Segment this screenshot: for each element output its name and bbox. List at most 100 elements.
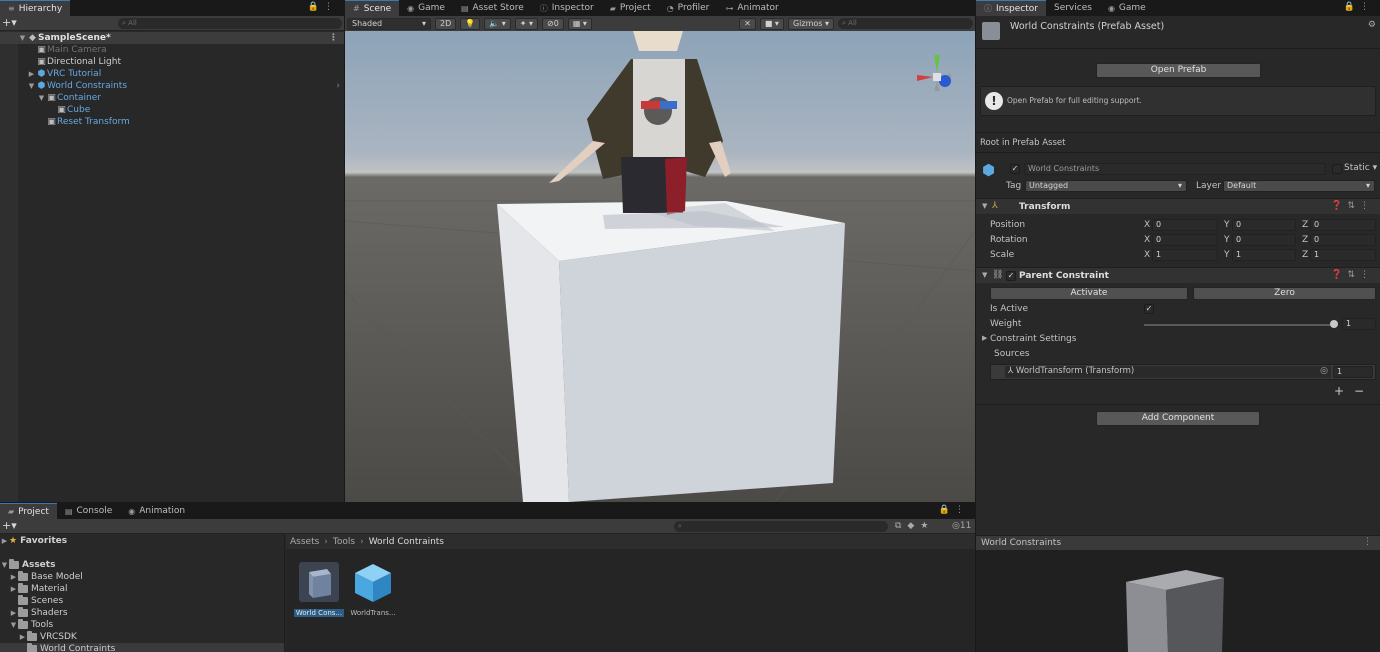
lighting-toggle[interactable]: 💡 <box>460 17 481 30</box>
favorites-item[interactable]: ▶ ★ Favorites <box>0 535 284 547</box>
audio-toggle[interactable]: 🔈 ▾ <box>484 17 511 30</box>
orientation-gizmo-icon[interactable] <box>917 55 951 91</box>
source-object-field[interactable]: ⅄ WorldTransform (Transform) ◎ <box>1005 366 1331 378</box>
breadcrumb-assets[interactable]: Assets <box>290 537 319 547</box>
create-asset-dropdown[interactable]: +▾ <box>2 519 17 533</box>
project-folder-shaders[interactable]: ▶ Shaders <box>0 607 284 619</box>
hierarchy-item-cube[interactable]: ▣ Cube <box>0 104 344 116</box>
hierarchy-search-input[interactable]: ⌕ All <box>118 18 342 29</box>
tab-animator[interactable]: ⊶ Animator <box>717 0 786 16</box>
weight-slider-track[interactable] <box>1144 324 1334 326</box>
object-active-checkbox[interactable]: ✓ <box>1010 164 1020 174</box>
object-name-field[interactable]: World Constraints <box>1024 163 1326 175</box>
tab-scene[interactable]: # Scene <box>345 0 400 16</box>
rotation-y-field[interactable]: 0 <box>1232 234 1296 246</box>
scene-row[interactable]: ▼ ◆ SampleScene* ⋮ <box>0 32 344 44</box>
filter-icons[interactable]: ⧉◆★ <box>895 521 934 531</box>
collapse-arrow-icon[interactable]: ▼ <box>982 271 987 279</box>
shading-mode-dropdown[interactable]: Shaded ▾ <box>347 17 431 30</box>
scene-menu-icon[interactable]: ⋮ <box>329 33 338 43</box>
tab-animation[interactable]: ◉ Animation <box>120 503 193 519</box>
tab-project[interactable]: ▰ Project <box>602 0 659 16</box>
weight-slider-handle[interactable] <box>1330 320 1338 328</box>
expand-arrow-icon[interactable]: ▼ <box>37 94 46 102</box>
weight-value-field[interactable]: 1 <box>1342 318 1376 330</box>
expand-arrow-icon[interactable]: ▶ <box>9 585 18 593</box>
asset-world-constraints-prefab[interactable]: World Cons... <box>294 560 344 617</box>
tab-inspector-main[interactable]: ⓘ Inspector <box>976 0 1046 16</box>
hierarchy-item-main-camera[interactable]: ▣ Main Camera <box>0 44 344 56</box>
avatar-model[interactable] <box>549 31 731 215</box>
tab-game-2[interactable]: ◉ Game <box>1100 0 1154 16</box>
panel-menu-icon[interactable]: 🔒⋮ <box>308 2 338 12</box>
grid-dropdown[interactable]: ▦ ▾ <box>567 17 592 30</box>
hierarchy-item-reset-transform[interactable]: ▣ Reset Transform <box>0 116 344 128</box>
project-folder-material[interactable]: ▶ Material <box>0 583 284 595</box>
breadcrumb-world-contraints[interactable]: World Contraints <box>369 537 444 547</box>
tab-project-main[interactable]: ▰ Project <box>0 503 57 519</box>
hidden-packages-count[interactable]: ◎11 <box>952 521 971 531</box>
settings-gear-icon[interactable]: ⚙ <box>1368 20 1376 30</box>
scene-search-input[interactable]: ⌕ All <box>838 18 973 29</box>
tab-profiler[interactable]: ◔ Profiler <box>659 0 718 16</box>
parent-constraint-enabled-checkbox[interactable]: ✓ <box>1006 271 1016 281</box>
position-y-field[interactable]: 0 <box>1232 219 1296 231</box>
expand-arrow-icon[interactable]: ▶ <box>27 70 36 78</box>
project-search-input[interactable]: ⌕ <box>674 521 888 532</box>
tab-console[interactable]: ▤ Console <box>57 503 120 519</box>
breadcrumb-tools[interactable]: Tools <box>333 537 355 547</box>
transform-header[interactable]: ▼ ⅄ Transform ❓⇅⋮ <box>976 198 1380 214</box>
component-menu-icons[interactable]: ❓⇅⋮ <box>1331 201 1374 211</box>
parent-constraint-header[interactable]: ▼ ⛓ ✓ Parent Constraint ❓⇅⋮ <box>976 267 1380 283</box>
source-weight-field[interactable]: 1 <box>1333 366 1373 378</box>
expand-arrow-icon[interactable]: ▼ <box>18 34 27 42</box>
scene-viewport[interactable] <box>345 31 975 502</box>
position-z-field[interactable]: 0 <box>1310 219 1376 231</box>
expand-arrow-icon[interactable]: ▶ <box>9 573 18 581</box>
hierarchy-item-container[interactable]: ▼ ▣ Container <box>0 92 344 104</box>
collapse-arrow-icon[interactable]: ▼ <box>982 202 987 210</box>
add-source-button[interactable]: + <box>1334 384 1344 398</box>
static-checkbox[interactable] <box>1332 164 1342 174</box>
expand-arrow-icon[interactable]: ▶ <box>18 633 27 641</box>
remove-source-button[interactable]: − <box>1354 384 1364 398</box>
tab-hierarchy[interactable]: ≡ Hierarchy <box>0 0 71 16</box>
gizmos-dropdown[interactable]: Gizmos ▾ <box>787 17 834 30</box>
preview-header[interactable]: World Constraints ⋮ <box>976 535 1380 550</box>
tab-services[interactable]: Services <box>1046 0 1100 16</box>
toggle-2d-button[interactable]: 2D <box>435 17 457 30</box>
expand-arrow-icon[interactable]: ▼ <box>0 561 9 569</box>
rotation-x-field[interactable]: 0 <box>1152 234 1218 246</box>
preview-menu-icon[interactable]: ⋮ <box>1363 537 1372 547</box>
project-folder-tools[interactable]: ▼ Tools <box>0 619 284 631</box>
expand-arrow-icon[interactable]: ▶ <box>982 334 987 342</box>
project-folder-scenes[interactable]: Scenes <box>0 595 284 607</box>
tools-button[interactable]: ✕ <box>739 17 756 30</box>
expand-arrow-icon[interactable]: ▼ <box>27 82 36 90</box>
open-prefab-button[interactable]: Open Prefab <box>1096 63 1261 78</box>
is-active-checkbox[interactable]: ✓ <box>1144 304 1154 314</box>
rotation-z-field[interactable]: 0 <box>1310 234 1376 246</box>
hidden-objects-toggle[interactable]: ⊘0 <box>542 17 564 30</box>
expand-arrow-icon[interactable]: ▼ <box>9 621 18 629</box>
constraint-settings-foldout[interactable]: Constraint Settings <box>990 334 1076 344</box>
activate-button[interactable]: Activate <box>990 287 1188 300</box>
tag-dropdown[interactable]: Untagged ▾ <box>1025 180 1187 192</box>
panel-menu-icon[interactable]: 🔒⋮ <box>939 505 969 515</box>
chevron-right-icon[interactable]: › <box>336 81 340 91</box>
object-picker-icon[interactable]: ◎ <box>1320 366 1328 376</box>
tab-inspector[interactable]: ⓘ Inspector <box>532 0 602 16</box>
project-folder-assets[interactable]: ▼ Assets <box>0 559 284 571</box>
scene-render[interactable] <box>345 31 975 502</box>
effects-dropdown[interactable]: ✦ ▾ <box>514 17 539 30</box>
scale-x-field[interactable]: 1 <box>1152 249 1218 261</box>
expand-arrow-icon[interactable]: ▶ <box>0 537 9 545</box>
hierarchy-item-world-constraints[interactable]: ▼ ⬢ World Constraints › <box>0 80 344 92</box>
scale-z-field[interactable]: 1 <box>1310 249 1376 261</box>
camera-dropdown[interactable]: ■ ▾ <box>759 17 784 30</box>
add-component-button[interactable]: Add Component <box>1096 411 1260 426</box>
scale-y-field[interactable]: 1 <box>1232 249 1296 261</box>
project-folder-base-model[interactable]: ▶ Base Model <box>0 571 284 583</box>
tab-asset-store[interactable]: ▤ Asset Store <box>453 0 532 16</box>
hierarchy-item-directional-light[interactable]: ▣ Directional Light <box>0 56 344 68</box>
